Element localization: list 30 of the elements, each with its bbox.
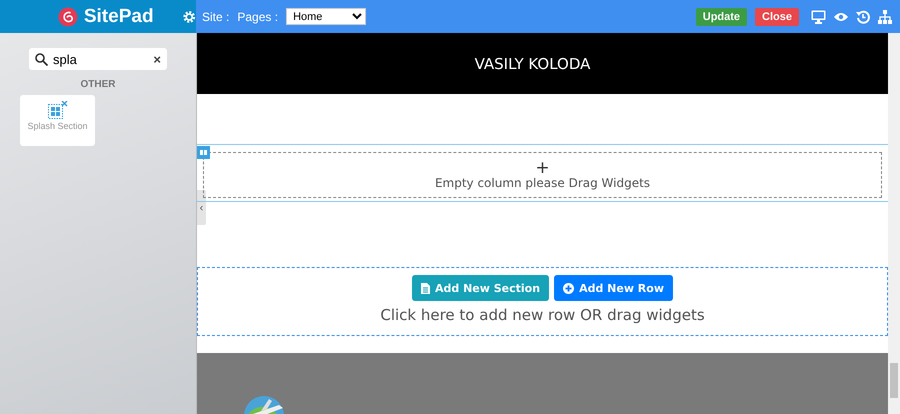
clear-button[interactable]: × — [153, 52, 161, 66]
brand-name: SitePad — [84, 6, 154, 28]
pages-label: Pages : — [237, 10, 278, 24]
scrollbar[interactable] — [888, 33, 900, 414]
group-heading: OTHER — [80, 79, 116, 90]
logo-icon — [58, 6, 78, 28]
site-title: VASILY KOLODA — [474, 54, 592, 72]
add-row-area[interactable]: Add New Section Add New Row Click here to add new row OR drag widgets — [197, 267, 888, 336]
collapse-tab[interactable]: ‹ — [197, 190, 206, 225]
add-row-hint: Click here to add new row OR drag widgets — [380, 306, 705, 324]
grid-icon — [48, 101, 68, 119]
sitemap-icon[interactable] — [878, 10, 892, 24]
plus-icon: + — [535, 160, 550, 176]
history-icon[interactable] — [856, 10, 870, 24]
empty-column-text: Empty column please Drag Widgets — [434, 176, 650, 190]
eye-icon[interactable] — [834, 12, 848, 22]
page-select[interactable]: Home — [286, 8, 366, 25]
column-handle-icon[interactable] — [197, 146, 210, 159]
document-icon — [420, 282, 430, 294]
close-button[interactable]: Close — [755, 8, 799, 26]
settings-icon[interactable] — [182, 8, 196, 24]
search-field[interactable]: spla × — [29, 48, 167, 70]
row-container[interactable]: + Empty column please Drag Widgets — [197, 144, 888, 202]
site-label: Site : — [202, 10, 230, 24]
desktop-icon[interactable] — [811, 10, 826, 24]
widget-label: Splash Section — [27, 121, 88, 131]
add-row-button[interactable]: Add New Row — [554, 275, 674, 301]
plus-circle-icon — [563, 282, 574, 294]
empty-column[interactable]: + Empty column please Drag Widgets — [203, 152, 882, 198]
search-icon — [35, 52, 48, 66]
